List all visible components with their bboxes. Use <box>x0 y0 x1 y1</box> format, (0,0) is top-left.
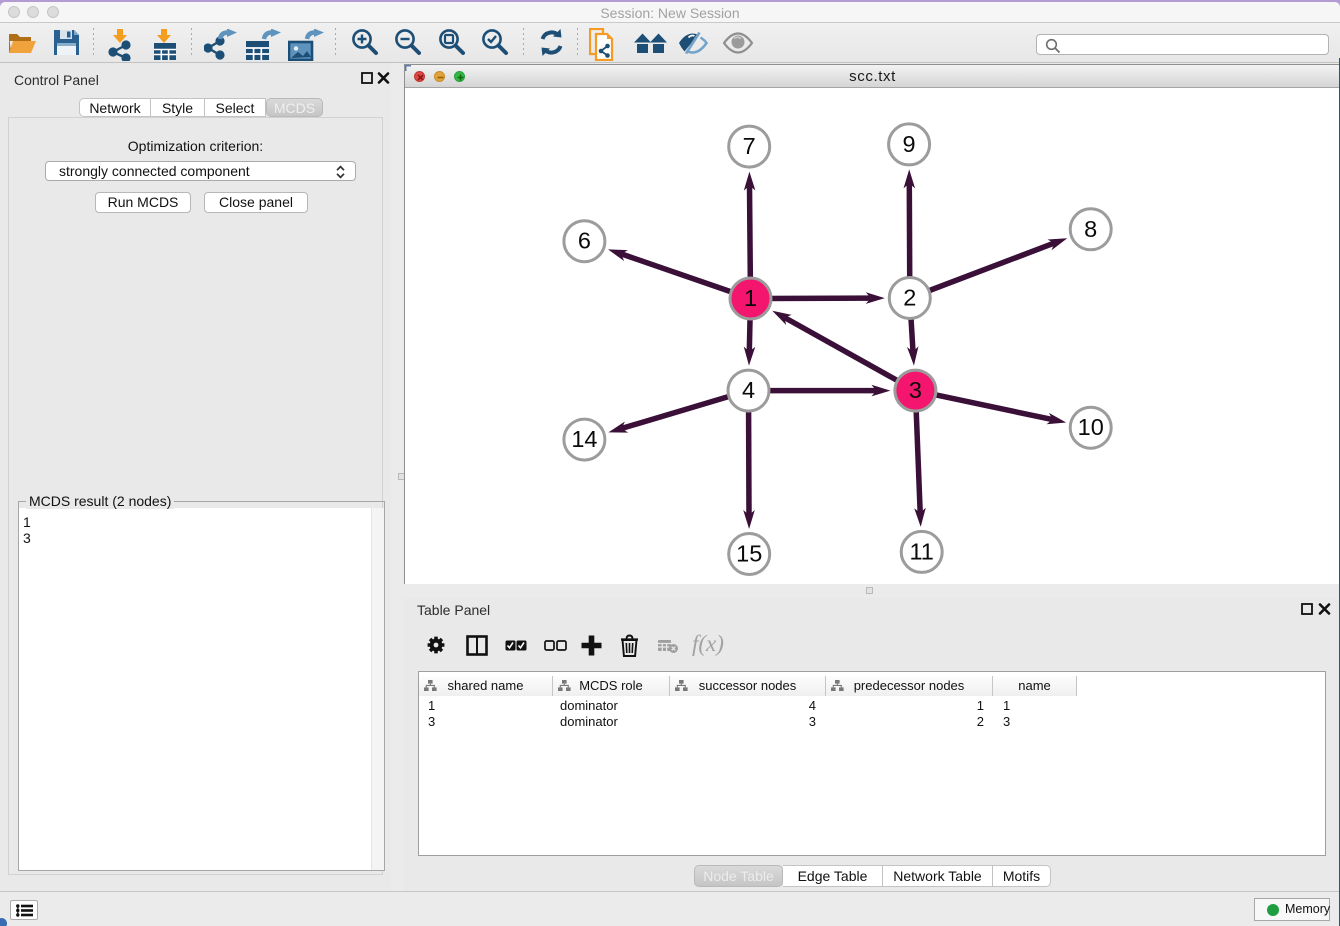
svg-text:11: 11 <box>909 538 933 564</box>
svg-text:8: 8 <box>1084 216 1097 242</box>
svg-text:1: 1 <box>744 285 757 311</box>
svg-text:10: 10 <box>1078 414 1104 440</box>
svg-text:15: 15 <box>736 541 762 567</box>
svg-text:9: 9 <box>903 131 916 157</box>
svg-text:14: 14 <box>571 426 597 452</box>
svg-text:2: 2 <box>903 285 916 311</box>
svg-text:7: 7 <box>743 133 756 159</box>
svg-text:4: 4 <box>742 377 755 403</box>
svg-text:6: 6 <box>578 228 591 254</box>
svg-text:3: 3 <box>909 377 922 403</box>
